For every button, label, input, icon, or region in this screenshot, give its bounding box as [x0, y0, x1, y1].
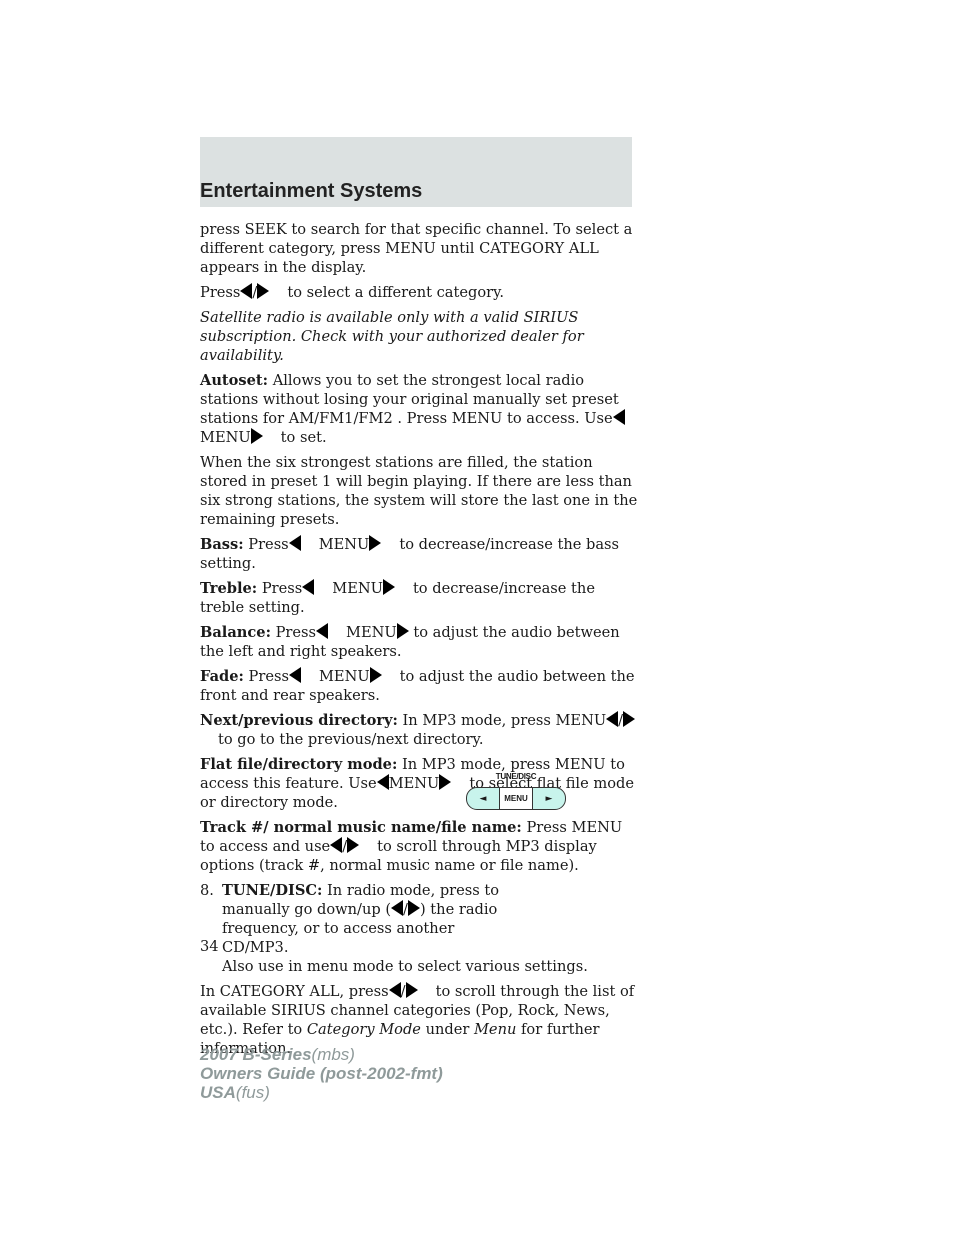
right-arrow-icon — [347, 837, 360, 853]
left-arrow-icon — [302, 579, 315, 595]
term-label: Track #/ normal music name/file name: — [200, 819, 522, 836]
menu-button-label: MENU — [499, 788, 533, 809]
right-arrow-icon: ► — [545, 793, 553, 804]
term-label: TUNE/DISC: — [222, 882, 323, 899]
menu-text: MENU — [318, 668, 370, 685]
paragraph-treble: Treble: Press MENU to decrease/increase th… — [200, 579, 640, 617]
footer-line-1: 2007 B-Series(mbs) — [200, 1045, 443, 1064]
menu-text: MENU — [200, 429, 251, 446]
reference-menu: Menu — [473, 1021, 517, 1038]
page-content: press SEEK to search for that specific c… — [200, 220, 640, 1064]
right-arrow-icon — [407, 900, 420, 916]
tune-disc-diagram: TUNE/DISC ◄ MENU ► — [466, 772, 566, 816]
list-item-tune-disc: 8. TUNE/DISC: In radio mode, press to ma… — [200, 881, 512, 957]
footer-region: USA — [200, 1083, 236, 1102]
left-arrow-icon — [240, 283, 253, 299]
left-arrow-icon — [288, 535, 301, 551]
left-arrow-icon — [388, 982, 401, 998]
paragraph-fade: Fade: Press MENU to adjust the audio betwe… — [200, 667, 640, 705]
left-arrow-icon — [330, 837, 343, 853]
diagram-label: TUNE/DISC — [495, 772, 537, 781]
text: to go to the previous/next directory. — [218, 731, 484, 748]
text: to select a different category. — [287, 284, 505, 301]
footer-line-3: USA(fus) — [200, 1083, 443, 1102]
paragraph-autoset: Autoset: Allows you to set the strongest… — [200, 371, 640, 447]
satellite-note: Satellite radio is available only with a… — [200, 309, 584, 364]
left-arrow-icon — [316, 623, 329, 639]
paragraph-flat-file: Flat file/directory mode: In MP3 mode, p… — [200, 755, 640, 812]
footer-model: 2007 B-Series — [200, 1045, 312, 1064]
text: Press — [275, 624, 317, 641]
text: under — [425, 1021, 470, 1038]
text: In CATEGORY ALL, press — [200, 983, 389, 1000]
footer-region-code: (fus) — [235, 1083, 270, 1102]
left-arrow-icon — [606, 711, 619, 727]
page-number: 34 — [200, 938, 219, 955]
right-arrow-icon — [396, 623, 409, 639]
text: Press — [261, 580, 303, 597]
paragraph-balance: Balance: Press MENU to adjust the audio b… — [200, 623, 640, 661]
text: Press — [200, 284, 241, 301]
paragraph-bass: Bass: Press MENU to decrease/increase the … — [200, 535, 640, 573]
footer-line-2: Owners Guide (post-2002-fmt) — [200, 1064, 443, 1083]
right-arrow-icon — [623, 711, 636, 727]
tune-disc-control: ◄ MENU ► — [466, 787, 566, 810]
paragraph-next-previous: Next/previous directory: In MP3 mode, pr… — [200, 711, 640, 749]
term-label: Fade: — [200, 668, 244, 685]
left-arrow-icon — [288, 667, 301, 683]
section-title: Entertainment Systems — [200, 180, 423, 202]
footer-code: (mbs) — [311, 1045, 355, 1064]
left-arrow-icon — [391, 900, 404, 916]
right-arrow-icon — [257, 283, 270, 299]
term-label: Flat file/directory mode: — [200, 756, 398, 773]
term-label: Autoset: — [200, 372, 269, 389]
menu-text: MENU — [318, 536, 370, 553]
term-label: Treble: — [200, 580, 258, 597]
paragraph-track: Track #/ normal music name/file name: Pr… — [200, 818, 640, 875]
footer: 2007 B-Series(mbs) Owners Guide (post-20… — [200, 1045, 443, 1102]
paragraph-six-strongest: When the six strongest stations are fill… — [200, 454, 638, 528]
right-arrow-icon — [369, 535, 382, 551]
menu-text: MENU — [388, 775, 440, 792]
right-arrow-icon — [405, 982, 418, 998]
paragraph-seek: press SEEK to search for that specific c… — [200, 221, 633, 276]
item8-continued: Also use in menu mode to select various … — [222, 958, 588, 975]
paragraph-category: Press / to select a different category. — [200, 283, 640, 302]
right-arrow-icon — [382, 579, 395, 595]
left-arrow-icon — [376, 774, 389, 790]
term-label: Balance: — [200, 624, 271, 641]
right-arrow-icon — [369, 667, 382, 683]
reference-category-mode: Category Mode — [306, 1021, 421, 1038]
text: Press — [248, 668, 289, 685]
section-header: Entertainment Systems — [200, 137, 632, 207]
menu-text: MENU — [332, 580, 383, 597]
right-arrow-icon — [439, 774, 452, 790]
item-number: 8. — [200, 882, 214, 899]
text: In MP3 mode, press MENU — [402, 712, 607, 729]
term-label: Bass: — [200, 536, 244, 553]
text: to set. — [280, 429, 327, 446]
text: Press — [248, 536, 289, 553]
term-label: Next/previous directory: — [200, 712, 398, 729]
left-arrow-icon: ◄ — [479, 793, 487, 804]
text: to decrease/increase the treble setting. — [200, 580, 595, 616]
menu-text: MENU — [346, 624, 397, 641]
left-arrow-icon — [612, 409, 625, 425]
right-arrow-icon — [250, 428, 263, 444]
